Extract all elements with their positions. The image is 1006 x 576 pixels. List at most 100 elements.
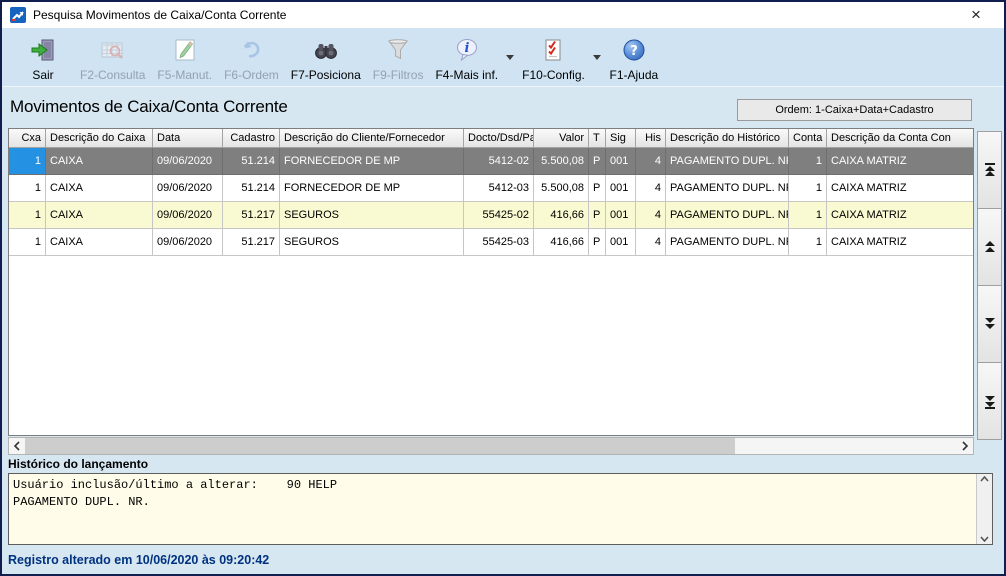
next-page-button[interactable]	[977, 285, 1002, 363]
scroll-up-icon[interactable]	[980, 476, 989, 482]
status-message: Registro alterado em 10/06/2020 às 09:20…	[8, 553, 269, 567]
column-header-11[interactable]: Conta	[789, 129, 827, 148]
table-cell: 4	[636, 202, 666, 229]
column-header-0[interactable]: Cxa	[9, 129, 46, 148]
f5-manut-button[interactable]: F5-Manut.	[151, 33, 218, 82]
f6-ordem-label: F6-Ordem	[224, 68, 279, 82]
nav-last-record-icon	[984, 394, 996, 409]
table-cell: SEGUROS	[280, 202, 464, 229]
f6-ordem-button[interactable]: F6-Ordem	[218, 33, 285, 82]
table-cell: CAIXA MATRIZ	[827, 175, 974, 202]
f4-mais-inf-label: F4-Mais inf.	[435, 68, 498, 82]
table-cell: P	[589, 229, 606, 256]
app-window: Pesquisa Movimentos de Caixa/Conta Corre…	[0, 0, 1006, 576]
table-row[interactable]: 1CAIXA09/06/202051.217SEGUROS55425-02416…	[9, 202, 973, 229]
config-dropdown-arrow[interactable]	[593, 55, 601, 60]
f4-mais-inf-button[interactable]: i F4-Mais inf.	[429, 33, 504, 82]
table-row[interactable]: 1CAIXA09/06/202051.217SEGUROS55425-03416…	[9, 229, 973, 256]
column-header-8[interactable]: Sig	[606, 129, 636, 148]
info-balloon-icon: i	[454, 37, 480, 63]
table-cell: SEGUROS	[280, 229, 464, 256]
column-header-10[interactable]: Descrição do Histórico	[666, 129, 789, 148]
column-header-3[interactable]: Cadastro	[223, 129, 280, 148]
nav-prior-page-icon	[984, 241, 996, 254]
grid-header: CxaDescrição do CaixaDataCadastroDescriç…	[9, 129, 973, 148]
table-cell: 09/06/2020	[153, 175, 223, 202]
column-header-9[interactable]: His	[636, 129, 666, 148]
window-title: Pesquisa Movimentos de Caixa/Conta Corre…	[33, 8, 286, 22]
table-cell: PAGAMENTO DUPL. NR.	[666, 229, 789, 256]
history-section-label: Histórico do lançamento	[8, 457, 148, 471]
scroll-right-icon[interactable]	[957, 438, 973, 454]
horizontal-scrollbar[interactable]	[8, 437, 974, 455]
table-cell: P	[589, 175, 606, 202]
table-cell: 001	[606, 175, 636, 202]
horizontal-scroll-thumb[interactable]	[25, 438, 735, 454]
table-cell: CAIXA	[46, 229, 153, 256]
history-textarea[interactable]: Usuário inclusão/último a alterar: 90 HE…	[8, 473, 993, 545]
table-cell: 55425-03	[464, 229, 534, 256]
first-record-button[interactable]	[977, 131, 1002, 209]
scroll-down-icon[interactable]	[980, 536, 989, 542]
table-cell: 5412-03	[464, 175, 534, 202]
filter-funnel-icon	[385, 37, 411, 63]
svg-text:?: ?	[630, 44, 638, 59]
grid-body: 1CAIXA09/06/202051.214FORNECEDOR DE MP54…	[9, 148, 973, 256]
f10-config-button[interactable]: F10-Config.	[516, 33, 591, 82]
edit-pencil-icon	[172, 37, 198, 63]
table-cell: 4	[636, 229, 666, 256]
table-cell: P	[589, 202, 606, 229]
last-record-button[interactable]	[977, 362, 1002, 440]
table-row[interactable]: 1 CAIXA09/06/202051.214FORNECEDOR DE MP54…	[9, 175, 973, 202]
table-cell: 55425-02	[464, 202, 534, 229]
table-cell: CAIXA	[46, 175, 153, 202]
f7-posiciona-button[interactable]: F7-Posiciona	[285, 33, 367, 82]
column-header-6[interactable]: Valor	[534, 129, 589, 148]
table-cell: 416,66	[534, 202, 589, 229]
f5-manut-label: F5-Manut.	[157, 68, 212, 82]
movements-grid: CxaDescrição do CaixaDataCadastroDescriç…	[8, 128, 974, 436]
column-header-4[interactable]: Descrição do Cliente/Fornecedor	[280, 129, 464, 148]
table-row[interactable]: 1CAIXA09/06/202051.214FORNECEDOR DE MP54…	[9, 148, 973, 175]
titlebar: Pesquisa Movimentos de Caixa/Conta Corre…	[2, 2, 1004, 28]
prior-page-button[interactable]	[977, 208, 1002, 286]
table-cell: PAGAMENTO DUPL. NR.	[666, 202, 789, 229]
table-cell: 001	[606, 202, 636, 229]
column-header-1[interactable]: Descrição do Caixa	[46, 129, 153, 148]
record-nav-panel	[977, 131, 1002, 443]
table-cell: P	[589, 148, 606, 175]
column-header-7[interactable]: T	[589, 129, 606, 148]
column-header-5[interactable]: Docto/Dsd/Par	[464, 129, 534, 148]
app-icon	[10, 7, 26, 23]
table-cell: 1	[789, 229, 827, 256]
f2-consulta-button[interactable]: F2-Consulta	[74, 33, 151, 82]
f9-filtros-label: F9-Filtros	[373, 68, 424, 82]
table-cell: 09/06/2020	[153, 229, 223, 256]
horizontal-scroll-track[interactable]	[25, 438, 957, 454]
close-button[interactable]: ×	[956, 2, 996, 28]
table-cell: 51.214	[223, 148, 280, 175]
sair-button[interactable]: Sair	[12, 33, 74, 82]
column-header-2[interactable]: Data	[153, 129, 223, 148]
table-cell: 4	[636, 175, 666, 202]
nav-first-record-icon	[984, 163, 996, 178]
table-cell: PAGAMENTO DUPL. NR.	[666, 148, 789, 175]
f1-ajuda-button[interactable]: ? F1-Ajuda	[603, 33, 665, 82]
table-cell: 51.214	[223, 175, 280, 202]
page-title: Movimentos de Caixa/Conta Corrente	[10, 97, 288, 117]
history-text: Usuário inclusão/último a alterar: 90 HE…	[13, 477, 972, 541]
mais-inf-dropdown-arrow[interactable]	[506, 55, 514, 60]
f9-filtros-button[interactable]: F9-Filtros	[367, 33, 430, 82]
order-button[interactable]: Ordem: 1-Caixa+Data+Cadastro	[737, 99, 972, 121]
table-cell: FORNECEDOR DE MP	[280, 175, 464, 202]
exit-door-icon	[30, 37, 56, 63]
scroll-left-icon[interactable]	[9, 438, 25, 454]
sair-label: Sair	[32, 68, 53, 82]
column-header-12[interactable]: Descrição da Conta Con	[827, 129, 974, 148]
f2-consulta-label: F2-Consulta	[80, 68, 145, 82]
table-cell: 1	[789, 175, 827, 202]
history-vertical-scrollbar[interactable]	[976, 474, 992, 544]
binoculars-icon	[312, 37, 340, 63]
table-cell: 001	[606, 148, 636, 175]
table-cell: 416,66	[534, 229, 589, 256]
